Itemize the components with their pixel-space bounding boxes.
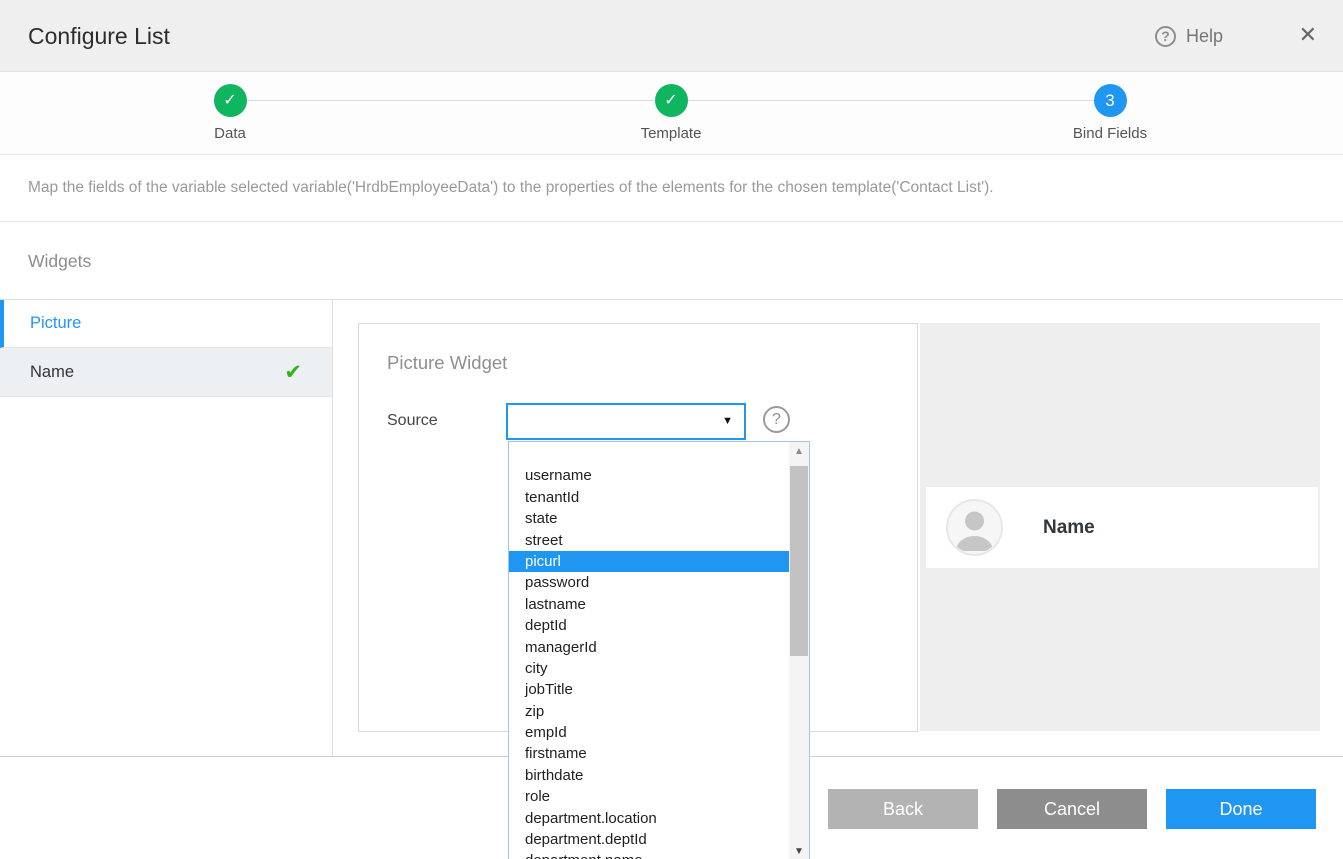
source-select[interactable]: ▼ [506,403,746,440]
step-number-badge: 3 [1094,84,1127,117]
step-bind-fields[interactable]: 3 Bind Fields [1040,84,1180,142]
dropdown-option[interactable]: street [509,530,789,551]
dropdown-option[interactable]: managerId [509,637,789,658]
widgets-sidebar: Picture Name ✔ [0,300,333,756]
dropdown-option[interactable]: password [509,572,789,593]
dropdown-arrow-icon: ▼ [722,415,733,427]
step-label: Data [160,125,300,142]
help-label: Help [1186,26,1223,47]
scrollbar-thumb[interactable] [790,466,808,656]
panel-title: Picture Widget [387,352,507,374]
sidebar-item-name[interactable]: Name ✔ [0,348,332,397]
bound-check-icon: ✔ [284,360,302,385]
main-area: Picture Widget Source ▼ ? [334,300,1343,756]
step-data[interactable]: ✓ Data [160,84,300,142]
page-title: Configure List [28,0,170,72]
dropdown-option[interactable] [509,444,789,465]
source-help-icon[interactable]: ? [763,406,790,433]
back-button[interactable]: Back [828,789,978,829]
step-done-check-icon: ✓ [655,84,688,117]
sidebar-item-label: Picture [30,314,81,333]
preview-name-label: Name [1043,517,1095,539]
dropdown-option[interactable]: username [509,465,789,486]
help-circle-icon: ? [1155,26,1176,47]
widgets-section-title: Widgets [28,251,91,272]
done-button[interactable]: Done [1166,789,1316,829]
source-dropdown-list: username tenantId state street picurl pa… [508,441,810,859]
dropdown-option[interactable]: city [509,658,789,679]
description-bar: Map the fields of the variable selected … [0,155,1343,222]
dropdown-option[interactable]: state [509,508,789,529]
template-preview-panel: Name [920,323,1320,731]
step-done-check-icon: ✓ [214,84,247,117]
source-label: Source [387,412,438,430]
avatar-placeholder-icon [946,499,1003,556]
step-label: Bind Fields [1040,125,1180,142]
dropdown-option[interactable]: empId [509,722,789,743]
dropdown-scrollbar[interactable]: ▲ ▼ [789,442,809,859]
step-label: Template [601,125,741,142]
dropdown-option[interactable]: deptId [509,615,789,636]
dropdown-option[interactable]: firstname [509,743,789,764]
cancel-button[interactable]: Cancel [997,789,1147,829]
dropdown-option[interactable]: department.name [509,850,789,859]
dropdown-option[interactable]: tenantId [509,487,789,508]
widgets-section-bar: Widgets [0,222,1343,300]
step-connector [688,100,1094,101]
dropdown-option[interactable]: department.location [509,808,789,829]
wizard-steps: ✓ Data ✓ Template 3 Bind Fields [0,72,1343,155]
dropdown-options: username tenantId state street picurl pa… [509,442,789,859]
close-icon[interactable]: ✕ [1299,24,1317,46]
contact-list-preview-card: Name [926,487,1318,568]
dropdown-option[interactable]: picurl [509,551,789,572]
scroll-down-icon[interactable]: ▼ [789,846,809,857]
sidebar-item-label: Name [30,363,74,382]
dialog-header: Configure List ? Help ✕ [0,0,1343,72]
step-template[interactable]: ✓ Template [601,84,741,142]
dropdown-option[interactable]: role [509,786,789,807]
dropdown-option[interactable]: lastname [509,594,789,615]
scroll-up-icon[interactable]: ▲ [789,446,809,457]
footer-buttons: Back Cancel Done [828,789,1316,829]
configure-list-dialog: Configure List ? Help ✕ ✓ Data ✓ Templat… [0,0,1343,859]
description-text: Map the fields of the variable selected … [28,179,994,197]
dropdown-option[interactable]: birthdate [509,765,789,786]
dropdown-option[interactable]: jobTitle [509,679,789,700]
sidebar-item-picture[interactable]: Picture [0,300,332,348]
dropdown-option[interactable]: zip [509,701,789,722]
dropdown-option[interactable]: department.deptId [509,829,789,850]
help-button[interactable]: ? Help [1155,0,1223,72]
step-connector [247,100,654,101]
